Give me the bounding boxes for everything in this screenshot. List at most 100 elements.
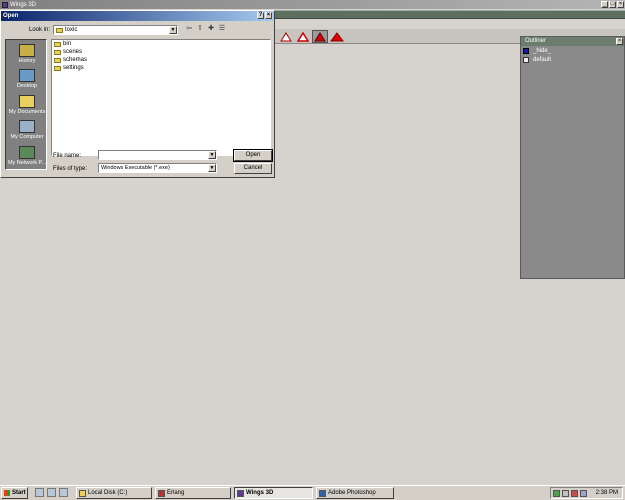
outliner-item[interactable]: _hide_ <box>521 46 624 55</box>
outliner-title-bar: Outliner × <box>521 37 624 46</box>
minimize-button[interactable]: _ <box>601 1 608 8</box>
dialog-close-button[interactable]: × <box>265 12 272 19</box>
file-name-field[interactable]: ▼ <box>98 150 217 160</box>
new-folder-icon[interactable]: ✚ <box>207 25 215 33</box>
chevron-down-icon[interactable]: ▼ <box>208 151 216 159</box>
cancel-button[interactable]: Cancel <box>234 163 272 174</box>
desktop-icon <box>19 69 35 82</box>
outliner-panel: Outliner × _hide_ default <box>520 36 625 279</box>
photoshop-icon <box>319 489 326 497</box>
place-label: My Computer <box>10 134 44 140</box>
files-of-type-dropdown[interactable]: Windows Executable (*.exe) ▼ <box>98 163 217 173</box>
chevron-down-icon[interactable]: ▼ <box>169 26 177 34</box>
folder-icon <box>54 57 61 63</box>
windows-logo-icon <box>4 490 10 496</box>
dialog-title-bar: Open ? × <box>1 11 274 21</box>
look-in-dropdown[interactable]: toxic ▼ <box>53 25 178 35</box>
task-label: Local Disk (C:) <box>88 490 128 496</box>
vertex-mode-button[interactable] <box>278 30 294 43</box>
tray-network-icon[interactable] <box>553 489 560 497</box>
files-of-type-value: Windows Executable (*.exe) <box>101 165 170 171</box>
places-my-documents[interactable]: My Documents <box>6 95 48 115</box>
tray-app-icon[interactable] <box>571 489 578 497</box>
tray-volume-icon[interactable] <box>562 489 569 497</box>
start-button[interactable]: Start <box>1 487 28 499</box>
wings3d-app-icon <box>2 1 8 8</box>
start-label: Start <box>12 490 26 496</box>
open-button[interactable]: Open <box>233 149 273 162</box>
file-name: scenes <box>63 49 83 55</box>
body-mode-icon <box>330 31 344 41</box>
face-mode-button[interactable] <box>312 30 328 43</box>
close-button[interactable]: × <box>617 1 624 8</box>
task-label: Wings 3D <box>246 490 274 496</box>
back-icon[interactable]: ⇦ <box>185 25 193 33</box>
look-in-value: toxic <box>65 27 78 33</box>
app-title-bar: Wings 3D _ □ × <box>0 0 625 9</box>
tray-monitor-icon[interactable] <box>580 489 587 497</box>
place-label: History <box>18 58 36 64</box>
outliner-item[interactable]: default <box>521 55 624 64</box>
taskbar: Start Local Disk (C:) Erlang Wings 3D Ad… <box>0 485 625 500</box>
edge-mode-icon <box>297 31 309 42</box>
places-bar: History Desktop My Documents My Computer… <box>5 39 47 170</box>
places-my-computer[interactable]: My Computer <box>6 120 48 140</box>
list-item[interactable]: schemas <box>52 56 270 64</box>
task-erlang[interactable]: Erlang <box>155 487 231 499</box>
list-item[interactable]: settings <box>52 64 270 72</box>
my-network-icon <box>19 146 35 159</box>
quicklaunch-browser-icon[interactable] <box>47 488 56 497</box>
drive-icon <box>79 489 86 497</box>
folder-icon <box>54 65 61 71</box>
outliner-item-label: default <box>533 56 552 63</box>
app-title: Wings 3D <box>10 1 37 8</box>
files-of-type-label: Files of type: <box>53 166 88 172</box>
list-item[interactable]: scenes <box>52 48 270 56</box>
dialog-title: Open <box>3 13 19 19</box>
history-icon <box>19 44 35 57</box>
vertex-mode-icon <box>280 31 292 41</box>
file-name-label: File name: <box>53 153 82 159</box>
folder-icon <box>56 27 63 33</box>
clock[interactable]: 2:38 PM <box>596 490 618 496</box>
places-desktop[interactable]: Desktop <box>6 69 48 89</box>
wings3d-icon <box>237 489 244 497</box>
my-documents-icon <box>19 95 35 108</box>
view-menu-icon[interactable]: ☰ <box>218 25 226 33</box>
task-wings3d[interactable]: Wings 3D <box>234 487 313 499</box>
layer-icon <box>523 56 529 63</box>
list-item[interactable]: bin <box>52 40 270 48</box>
up-folder-icon[interactable]: ⇧ <box>196 25 204 33</box>
place-label: Desktop <box>16 83 38 89</box>
look-in-label: Look in: <box>29 27 51 33</box>
hidden-object-icon <box>523 47 529 54</box>
outliner-item-label: _hide_ <box>533 47 552 54</box>
place-label: My Documents <box>8 109 46 115</box>
quicklaunch-explorer-icon[interactable] <box>59 488 68 497</box>
erlang-icon <box>158 489 165 497</box>
folder-icon <box>54 49 61 55</box>
task-label: Erlang <box>167 490 185 496</box>
edge-mode-button[interactable] <box>295 30 311 43</box>
geometry-window-title-bar <box>275 10 625 19</box>
task-label: Adobe Photoshop <box>328 490 376 496</box>
places-history[interactable]: History <box>6 44 48 64</box>
quicklaunch-desktop-icon[interactable] <box>35 488 44 497</box>
file-name: bin <box>63 41 72 47</box>
folder-icon <box>54 41 61 47</box>
outliner-close-button[interactable]: × <box>616 38 623 45</box>
outliner-title: Outliner <box>525 38 547 44</box>
open-dialog: Open ? × Look in: toxic ▼ ⇦ ⇧ ✚ ☰ Histor… <box>0 10 275 178</box>
places-my-network[interactable]: My Network P... <box>6 146 48 166</box>
system-tray: 2:38 PM <box>550 487 623 499</box>
task-photoshop[interactable]: Adobe Photoshop <box>316 487 394 499</box>
chevron-down-icon[interactable]: ▼ <box>208 164 216 172</box>
body-mode-button[interactable] <box>329 30 345 43</box>
help-button[interactable]: ? <box>257 12 264 19</box>
file-list[interactable]: bin scenes schemas settings <box>51 39 271 156</box>
maximize-button[interactable]: □ <box>609 1 616 8</box>
file-name: settings <box>63 65 84 71</box>
place-label: My Network P... <box>7 160 47 166</box>
my-computer-icon <box>19 120 35 133</box>
task-local-disk[interactable]: Local Disk (C:) <box>76 487 152 499</box>
